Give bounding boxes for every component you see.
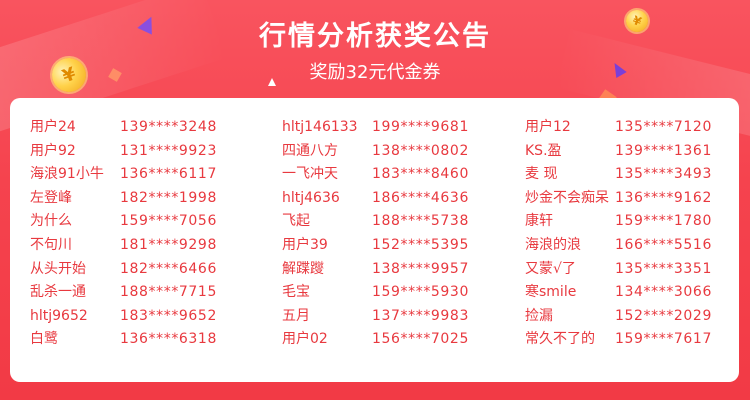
winner-phone: 135****7120 [615,119,712,135]
winner-name: 乱杀一通 [30,284,86,301]
winner-name: 毛宝 [282,284,310,301]
page-title: 行情分析获奖公告 [259,21,491,52]
winner-name: 海浪的浪 [525,236,581,253]
winner-name: hltj4636 [282,189,340,206]
winner-row: KS.盈 139****1361 [525,140,712,164]
winner-phone: 156****7025 [372,331,469,348]
winner-row: 用户92 131****9923 [30,140,217,164]
winners-panel: 用户24 139****3248 用户92 131****9923 海浪91小牛 13… [10,98,739,382]
winner-row: 捡漏 152****2029 [525,305,712,329]
winner-row: 毛宝 159****5930 [282,281,469,305]
winner-row: 麦 现 135****3493 [525,163,712,187]
winner-row: 寒smile 134****3066 [525,281,712,305]
winner-name: 用户12 [525,119,571,135]
winner-row: hltj4636 186****4636 [282,187,469,211]
winner-phone: 159****7617 [615,331,712,348]
winner-name: 用户39 [282,236,328,253]
winner-phone: 137****9983 [372,307,469,324]
winner-row: 用户02 156****7025 [282,328,469,352]
winner-name: 常久不了的 [525,331,595,348]
winner-phone: 183****8460 [372,166,469,183]
winner-row: 四通八方 138****0802 [282,140,469,164]
winner-phone: 139****3248 [120,119,217,135]
winner-phone: 188****7715 [120,284,217,301]
winner-name: 解蹀躞 [282,260,324,277]
winner-name: 为什么 [30,213,72,230]
winner-phone: 159****7056 [120,213,217,230]
winner-phone: 166****5516 [615,236,712,253]
winner-row: 五月 137****9983 [282,305,469,329]
winner-phone: 134****3066 [615,284,712,301]
winner-row: 炒金不会痴呆 136****9162 [525,187,712,211]
winner-row: 解蹀躞 138****9957 [282,258,469,282]
winner-phone: 183****9652 [120,307,217,324]
winner-name: 用户24 [30,119,76,135]
winner-phone: 152****2029 [615,307,712,324]
winner-phone: 188****5738 [372,213,469,230]
winner-name: 寒smile [525,284,577,301]
winners-column-1: 用户24 139****3248 用户92 131****9923 海浪91小牛 13… [30,116,217,352]
winner-phone: 182****1998 [120,189,217,206]
winner-name: 飞起 [282,213,310,230]
winners-column-3: 用户12 135****7120 KS.盈 139****1361 麦 现 135**… [525,116,712,352]
winner-phone: 136****9162 [615,189,712,206]
winner-row: 乱杀一通 188****7715 [30,281,217,305]
winner-row: 海浪91小牛 136****6117 [30,163,217,187]
winner-name: 左登峰 [30,189,72,206]
winner-row: 用户39 152****5395 [282,234,469,258]
winner-phone: 152****5395 [372,236,469,253]
winner-row: 为什么 159****7056 [30,210,217,234]
winner-row: hltj146133 199****9681 [282,116,469,140]
winner-name: 捡漏 [525,307,553,324]
winner-name: 五月 [282,307,310,324]
winner-row: hltj9652 183****9652 [30,305,217,329]
winner-name: KS.盈 [525,142,562,159]
winner-row: 又蒙√了 135****3351 [525,258,712,282]
winner-phone: 135****3493 [615,166,712,183]
winner-name: 炒金不会痴呆 [525,189,609,206]
winner-name: 不句川 [30,236,72,253]
winner-phone: 182****6466 [120,260,217,277]
winner-row: 一飞冲天 183****8460 [282,163,469,187]
page-subtitle: 奖励32元代金券 [309,62,441,83]
winner-phone: 181****9298 [120,236,217,253]
winner-phone: 136****6117 [120,166,217,183]
winner-name: hltj146133 [282,119,358,135]
winner-row: 用户24 139****3248 [30,116,217,140]
winner-row: 常久不了的 159****7617 [525,328,712,352]
winner-name: 四通八方 [282,142,338,159]
winner-phone: 131****9923 [120,142,217,159]
winner-name: 用户92 [30,142,76,159]
winner-name: 一飞冲天 [282,166,338,183]
winner-row: 用户12 135****7120 [525,116,712,140]
winner-name: 康轩 [525,213,553,230]
winner-phone: 135****3351 [615,260,712,277]
winner-row: 飞起 188****5738 [282,210,469,234]
winner-phone: 139****1361 [615,142,712,159]
winner-row: 左登峰 182****1998 [30,187,217,211]
winner-name: 麦 现 [525,166,558,183]
winner-name: hltj9652 [30,307,88,324]
winner-name: 从头开始 [30,260,86,277]
winner-name: 海浪91小牛 [30,166,104,183]
winner-name: 用户02 [282,331,328,348]
winner-phone: 138****0802 [372,142,469,159]
winner-row: 白鹭 136****6318 [30,328,217,352]
winners-column-2: hltj146133 199****9681 四通八方 138****0802 一飞… [282,116,469,352]
winner-name: 又蒙√了 [525,260,576,277]
winner-phone: 199****9681 [372,119,469,135]
winner-phone: 138****9957 [372,260,469,277]
winner-phone: 159****5930 [372,284,469,301]
winner-row: 不句川 181****9298 [30,234,217,258]
winner-phone: 159****1780 [615,213,712,230]
winner-row: 从头开始 182****6466 [30,258,217,282]
winner-phone: 186****4636 [372,189,469,206]
winner-phone: 136****6318 [120,331,217,348]
winner-row: 海浪的浪 166****5516 [525,234,712,258]
winner-name: 白鹭 [30,331,58,348]
winner-row: 康轩 159****1780 [525,210,712,234]
